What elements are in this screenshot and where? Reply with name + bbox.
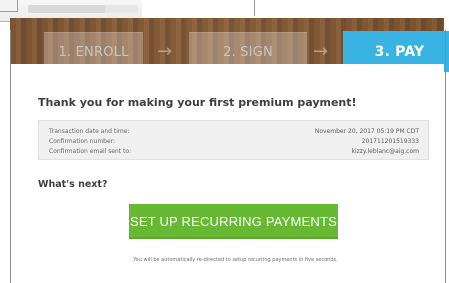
step-arrow-icon: →: [157, 41, 173, 62]
confirmation-email-label: Confirmation email sent to:: [49, 148, 132, 155]
confirmation-email-row: Confirmation email sent to: kizzy.leblan…: [49, 146, 419, 157]
step-arrow-icon: →: [313, 41, 329, 62]
redirect-notice: You will be automatically re-directed to…: [133, 257, 338, 263]
confirmation-content: Thank you for making your first premium …: [11, 64, 444, 283]
window-corner: [0, 0, 18, 12]
whats-next-heading: What's next?: [38, 179, 108, 190]
tab-preview: [28, 5, 138, 13]
setup-recurring-payments-button[interactable]: SET UP RECURRING PAYMENTS: [129, 204, 338, 239]
transaction-details-panel: Transaction date and time: November 20, …: [38, 120, 429, 160]
confirmation-email-value: kizzy.leblanc@aig.com: [351, 148, 419, 155]
enrollment-progress-bar: 1. ENROLL → 2. SIGN → 3. PAY: [10, 18, 449, 80]
payment-confirmation-page: 1. ENROLL → 2. SIGN → 3. PAY Thank you f…: [0, 0, 449, 283]
window-divider: [254, 0, 255, 16]
right-page-edge: [445, 30, 446, 283]
confirmation-title: Thank you for making your first premium …: [38, 96, 357, 109]
